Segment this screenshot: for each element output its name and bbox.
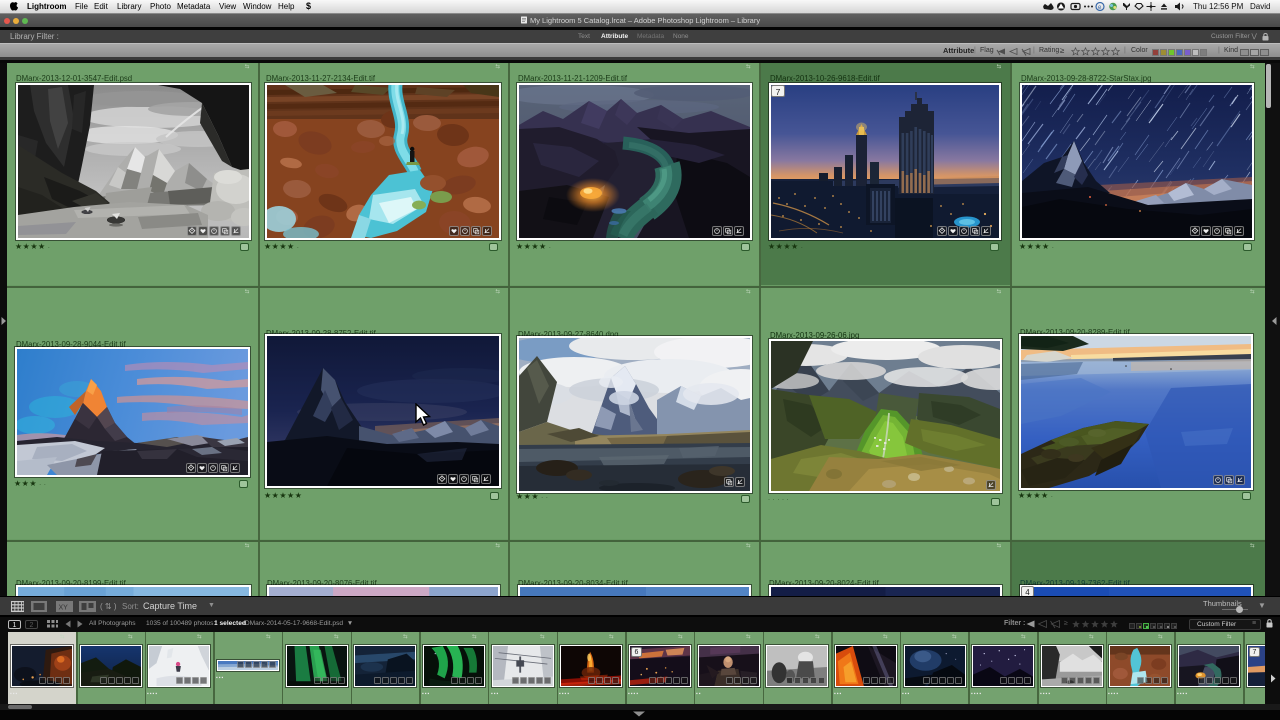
- svg-text:XY: XY: [59, 605, 69, 612]
